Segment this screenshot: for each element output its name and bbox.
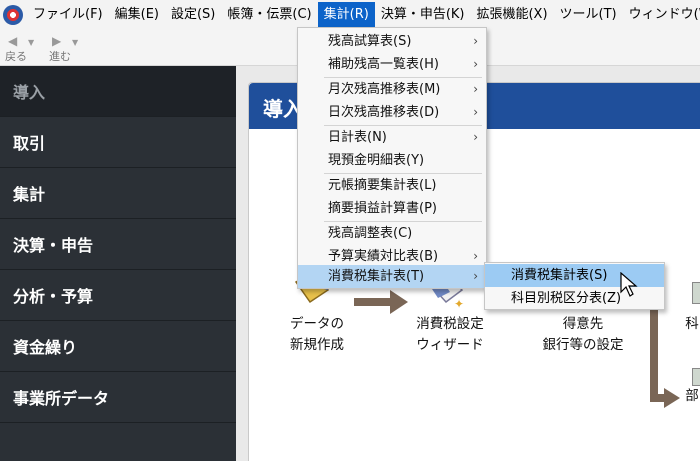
menu-item-label: 日次残高推移表(D) — [328, 105, 440, 120]
chevron-right-icon: › — [473, 105, 478, 119]
menu-item-label: 残高調整表(C) — [328, 226, 413, 241]
menu-item-label: 摘要損益計算書(P) — [328, 201, 437, 216]
chevron-down-icon: ▼ — [72, 38, 79, 47]
menu-bar: ファイル(F) 編集(E) 設定(S) 帳簿・伝票(C) 集計(R) 決算・申告… — [0, 0, 700, 30]
sidebar-item-aggregate[interactable]: 集計 — [0, 168, 236, 219]
menu-closing[interactable]: 決算・申告(K) — [375, 2, 471, 28]
chevron-right-icon: › — [473, 82, 478, 96]
menu-item-label: 残高試算表(S) — [328, 34, 412, 49]
flow-step-customer-bank-label: 得意先 銀行等の設定 — [542, 316, 624, 353]
menu-item-cash-detail[interactable]: 現預金明細表(Y) — [298, 149, 486, 172]
arrow-right-icon: ▶ — [52, 34, 62, 48]
flow-step-tax-wizard[interactable]: 消費税設定 ウィザード — [400, 314, 500, 356]
menu-item-daily-trend[interactable]: 日次残高推移表(D) › — [298, 101, 486, 124]
chevron-right-icon: › — [473, 57, 478, 71]
flow-step-right-top[interactable]: 科 — [684, 314, 700, 335]
chevron-down-icon: ▼ — [28, 38, 35, 47]
flow-step-customer-bank[interactable]: 得意先 銀行等の設定 — [528, 314, 638, 356]
sidebar-item-closing[interactable]: 決算・申告 — [0, 219, 236, 270]
menu-window[interactable]: ウィンドウ(W) — [623, 2, 700, 28]
sidebar-item-transactions[interactable]: 取引 — [0, 117, 236, 168]
aggregate-dropdown-menu: 残高試算表(S) › 補助残高一覧表(H) › 月次残高推移表(M) › 日次残高推移… — [297, 27, 487, 289]
menu-settings[interactable]: 設定(S) — [165, 2, 221, 28]
sidebar-item-intro[interactable]: 導入 — [0, 66, 236, 117]
menu-item-balance-adjust[interactable]: 残高調整表(C) — [298, 222, 486, 245]
forward-button[interactable]: ▶ ▼ 進む — [44, 32, 88, 64]
menu-item-label: 消費税集計表(T) — [328, 269, 425, 284]
menu-item-label: 月次残高推移表(M) — [328, 82, 441, 97]
menu-aggregate[interactable]: 集計(R) — [317, 2, 375, 28]
menu-item-trial-balance[interactable]: 残高試算表(S) › — [298, 30, 486, 53]
menu-item-label: 補助残高一覧表(H) — [328, 57, 439, 72]
sidebar-item-office-data[interactable]: 事業所データ — [0, 372, 236, 423]
menu-item-daily-summary[interactable]: 日計表(N) › — [298, 126, 486, 149]
app-logo-icon[interactable] — [3, 5, 23, 25]
menu-item-label: 予算実績対比表(B) — [328, 249, 439, 264]
back-button[interactable]: ◀ ▼ 戻る — [0, 32, 44, 64]
menu-item-label: 現預金明細表(Y) — [328, 153, 425, 168]
forward-label: 進む — [49, 50, 71, 63]
menu-extensions[interactable]: 拡張機能(X) — [470, 2, 553, 28]
flow-step-tax-wizard-label: 消費税設定 ウィザード — [416, 316, 484, 353]
sidebar-item-cashflow[interactable]: 資金繰り — [0, 321, 236, 372]
menu-file[interactable]: ファイル(F) — [27, 2, 109, 28]
menu-books[interactable]: 帳簿・伝票(C) — [221, 2, 317, 28]
svg-text:✦: ✦ — [454, 297, 464, 310]
mouse-cursor-icon — [620, 272, 638, 297]
flow-step-right-icon-2 — [692, 368, 700, 386]
chevron-right-icon: › — [473, 130, 478, 144]
chevron-right-icon: › — [473, 34, 478, 48]
flow-arrow-icon — [354, 290, 408, 314]
menu-edit[interactable]: 編集(E) — [109, 2, 165, 28]
sidebar: 導入 取引 集計 決算・申告 分析・予算 資金繰り 事業所データ — [0, 66, 236, 461]
arrow-left-icon: ◀ — [8, 34, 18, 48]
menu-tools[interactable]: ツール(T) — [554, 2, 623, 28]
flow-step-new-data[interactable]: データの 新規作成 — [282, 314, 352, 356]
menu-item-sub-balance[interactable]: 補助残高一覧表(H) › — [298, 53, 486, 76]
sidebar-item-analysis[interactable]: 分析・予算 — [0, 270, 236, 321]
menu-item-monthly-trend[interactable]: 月次残高推移表(M) › — [298, 78, 486, 101]
menu-item-label: 元帳摘要集計表(L) — [328, 178, 437, 193]
flow-step-new-data-label: データの 新規作成 — [290, 316, 344, 353]
menu-item-ledger-summary[interactable]: 元帳摘要集計表(L) — [298, 174, 486, 197]
chevron-right-icon: › — [473, 269, 478, 283]
flow-step-right-bottom[interactable]: 部 — [684, 386, 700, 407]
back-label: 戻る — [5, 50, 27, 63]
menu-item-consumption-tax[interactable]: 消費税集計表(T) › — [298, 265, 486, 288]
flow-step-right-icon — [692, 282, 700, 304]
menu-item-label: 日計表(N) — [328, 130, 387, 145]
menu-item-summary-pl[interactable]: 摘要損益計算書(P) — [298, 197, 486, 220]
